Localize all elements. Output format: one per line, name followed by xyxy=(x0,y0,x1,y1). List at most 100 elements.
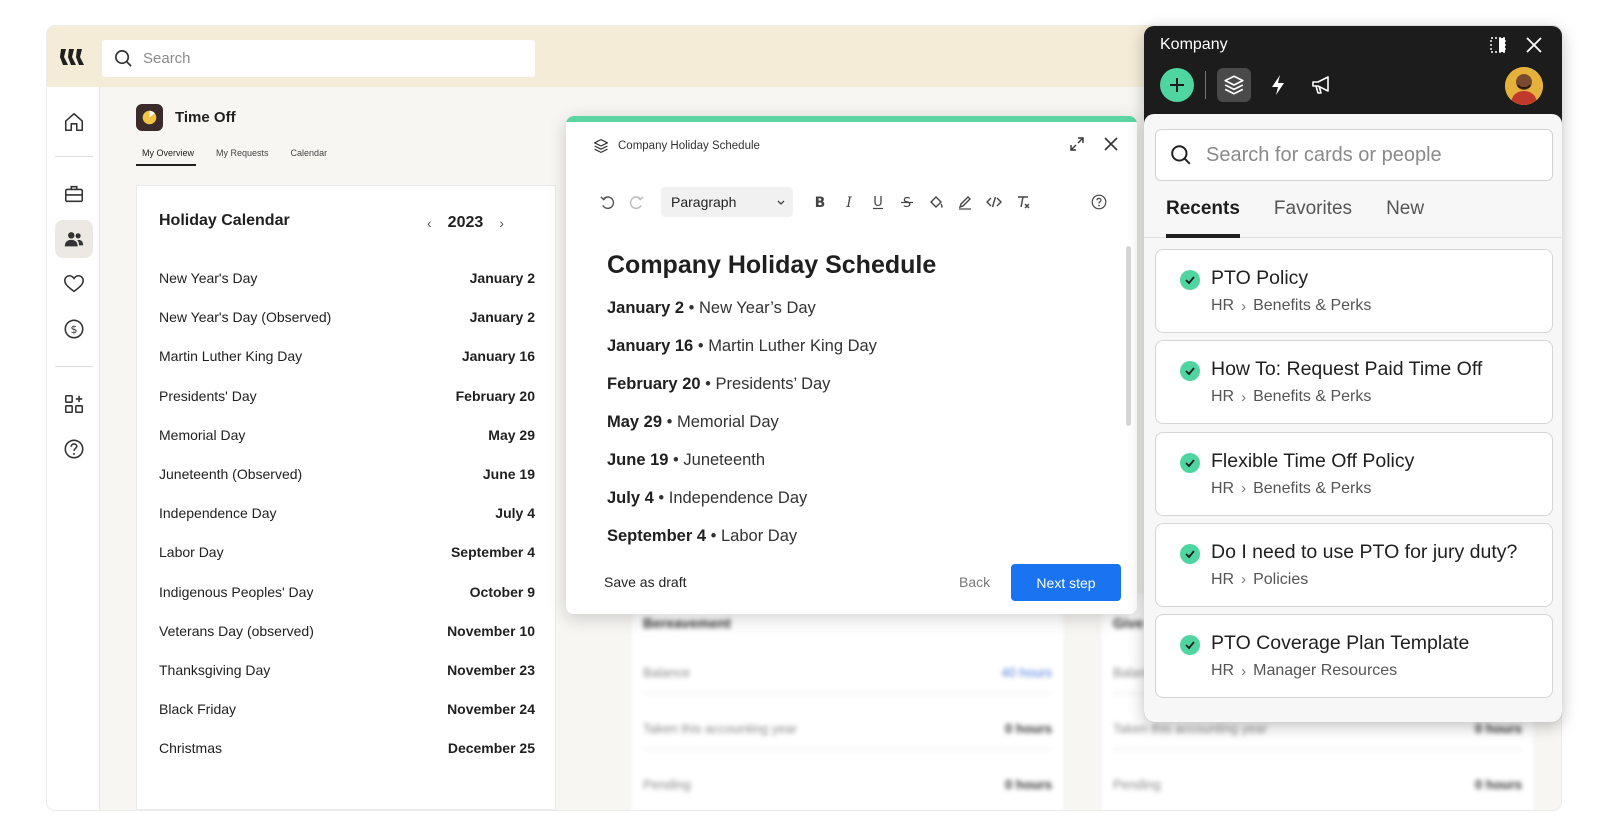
underline-button[interactable]: U xyxy=(863,188,892,216)
strikethrough-button[interactable]: S xyxy=(892,188,921,216)
tab-recents[interactable]: Recents xyxy=(1166,184,1240,238)
underline-icon: U xyxy=(872,195,883,210)
holiday-date: May 29 xyxy=(488,426,535,443)
highlight-button[interactable] xyxy=(950,188,979,216)
recent-card[interactable]: How To: Request Paid Time Off HR › Benefits… xyxy=(1155,340,1553,425)
schedule-line: May 29 • Memorial Day xyxy=(607,413,1097,451)
breadcrumb-separator: › xyxy=(1241,662,1247,680)
holiday-date: November 24 xyxy=(447,701,535,718)
holiday-date: December 25 xyxy=(447,740,535,757)
undo-icon xyxy=(600,195,615,209)
global-search-input[interactable]: Search xyxy=(102,40,535,77)
nav-people[interactable] xyxy=(55,220,93,258)
layers-icon xyxy=(594,139,608,153)
holiday-name: Veterans Day (observed) xyxy=(159,622,314,639)
holiday-name: Thanksgiving Day xyxy=(159,662,271,678)
breadcrumb-separator: › xyxy=(1241,297,1247,315)
save-as-draft-button[interactable]: Save as draft xyxy=(604,574,687,590)
holiday-row: Christmas December 25 xyxy=(159,740,535,756)
holiday-date: January 2 xyxy=(469,270,535,286)
page-header: Time Off xyxy=(136,104,236,131)
holiday-row: New Year's Day January 2 xyxy=(159,270,535,286)
nav-briefcase[interactable] xyxy=(55,175,93,213)
holiday-name: Black Friday xyxy=(159,701,237,718)
fill-color-button[interactable] xyxy=(921,188,950,216)
recent-card[interactable]: PTO Policy HR › Benefits & Perks xyxy=(1155,249,1553,333)
next-step-button[interactable]: Next step xyxy=(1011,564,1121,601)
cards-button[interactable] xyxy=(1217,68,1251,102)
recent-card-title: Flexible Time Off Policy xyxy=(1211,449,1415,472)
recent-card[interactable]: PTO Coverage Plan Template HR › Manager Res… xyxy=(1155,614,1553,699)
dollar-icon: $ xyxy=(64,319,84,339)
breadcrumb-separator: › xyxy=(1241,480,1247,498)
close-icon[interactable] xyxy=(1103,136,1119,152)
layers-icon xyxy=(1224,75,1244,95)
nav-payroll[interactable]: $ xyxy=(55,310,93,348)
user-avatar[interactable] xyxy=(1505,67,1543,105)
undo-button[interactable] xyxy=(593,188,622,216)
help-button[interactable] xyxy=(1084,188,1113,216)
expand-icon[interactable] xyxy=(1069,136,1085,152)
holiday-name: New Year's Day xyxy=(159,270,258,286)
dock-icon[interactable] xyxy=(1489,36,1507,54)
panel-toolbar xyxy=(1160,68,1349,102)
close-icon[interactable] xyxy=(1525,36,1543,54)
holiday-name: Memorial Day xyxy=(159,426,246,443)
bereavement-card: Bereavement Balance 40 hours Taken this … xyxy=(630,592,1065,810)
holiday-name: Independence Day xyxy=(159,505,277,522)
nav-home[interactable] xyxy=(55,103,93,141)
holiday-date: January 16 xyxy=(461,348,535,365)
kompany-panel: Kompany Search for cards or people Recen… xyxy=(1144,26,1562,722)
modal-header-title: Company Holiday Schedule xyxy=(618,140,760,152)
tab-my-requests[interactable]: My Requests xyxy=(210,144,271,166)
redo-button[interactable] xyxy=(622,188,651,216)
code-button[interactable] xyxy=(979,188,1008,216)
answers-button[interactable] xyxy=(1261,68,1295,102)
chevron-left-icon[interactable]: ‹ xyxy=(427,215,432,231)
italic-button[interactable]: I xyxy=(834,188,863,216)
announcements-button[interactable] xyxy=(1305,68,1339,102)
verified-check-icon xyxy=(1180,361,1200,382)
clear-format-button[interactable] xyxy=(1008,188,1037,216)
holiday-date: October 9 xyxy=(469,583,535,600)
document-body[interactable]: Company Holiday Schedule January 2 • New… xyxy=(607,251,1097,565)
tab-favorites[interactable]: Favorites xyxy=(1274,184,1352,238)
tab-calendar[interactable]: Calendar xyxy=(285,144,330,166)
recent-card[interactable]: Flexible Time Off Policy HR › Benefits & Pe… xyxy=(1155,431,1553,516)
help-icon xyxy=(1091,194,1106,210)
subtabs: My Overview My Requests Calendar xyxy=(136,144,329,166)
holiday-name: Indigenous Peoples' Day xyxy=(159,583,314,600)
breadcrumb-part: Policies xyxy=(1253,570,1309,588)
nav-help[interactable] xyxy=(55,430,93,468)
holiday-row: Veterans Day (observed) November 10 xyxy=(159,623,535,639)
schedule-date: July 4 xyxy=(607,489,654,507)
pen-icon xyxy=(958,196,971,210)
create-button[interactable] xyxy=(1160,68,1194,102)
holiday-row: Martin Luther King Day January 16 xyxy=(159,348,535,364)
schedule-line: January 2 • New Year’s Day xyxy=(607,299,1097,337)
chevron-right-icon[interactable]: › xyxy=(499,215,504,231)
panel-tabs: Recents Favorites New xyxy=(1144,184,1562,238)
holiday-name: Martin Luther King Day xyxy=(159,348,303,365)
help-icon xyxy=(64,439,84,459)
home-icon xyxy=(64,112,84,132)
tab-my-overview[interactable]: My Overview xyxy=(136,144,197,166)
document-scrollbar[interactable] xyxy=(1126,246,1131,426)
schedule-holiday: Memorial Day xyxy=(677,413,779,431)
holiday-calendar-card: Holiday Calendar ‹ 2023 › New Year's Day… xyxy=(136,185,556,810)
schedule-date: February 20 xyxy=(607,375,701,393)
brand-logo[interactable] xyxy=(59,46,87,68)
holiday-name: Juneteenth (Observed) xyxy=(159,466,303,482)
cards-search-input[interactable]: Search for cards or people xyxy=(1155,129,1553,181)
tab-new[interactable]: New xyxy=(1386,184,1424,238)
cards-search-placeholder: Search for cards or people xyxy=(1206,143,1442,166)
back-button[interactable]: Back xyxy=(959,574,990,590)
chevron-down-icon xyxy=(777,200,785,205)
nav-favorites[interactable] xyxy=(55,265,93,303)
paragraph-style-select[interactable]: Paragraph xyxy=(661,187,793,217)
recent-card-breadcrumb: HR › Benefits & Perks xyxy=(1211,480,1371,498)
nav-apps[interactable] xyxy=(55,385,93,423)
bold-button[interactable]: B xyxy=(805,188,834,216)
recent-card[interactable]: Do I need to use PTO for jury duty? HR › Po… xyxy=(1155,522,1553,607)
italic-icon: I xyxy=(845,195,852,210)
